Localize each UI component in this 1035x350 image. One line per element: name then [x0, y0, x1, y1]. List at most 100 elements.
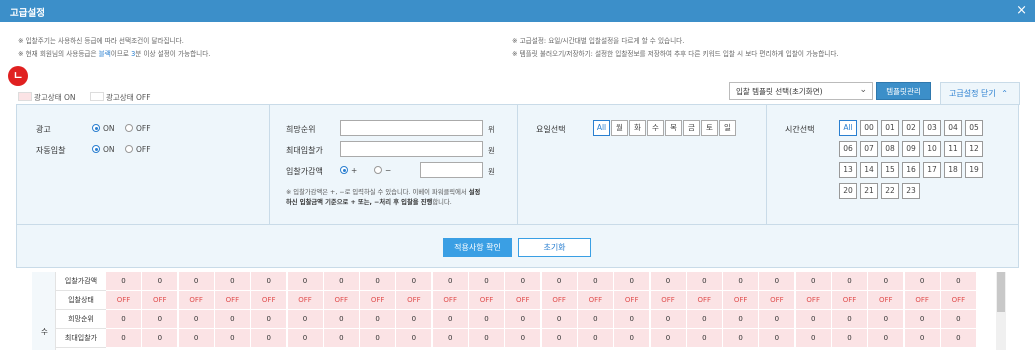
hour-button[interactable]: 06: [839, 141, 857, 157]
table-cell[interactable]: OFF: [214, 291, 251, 310]
hour-button[interactable]: 05: [965, 120, 983, 136]
table-cell[interactable]: 0: [940, 272, 977, 291]
table-cell[interactable]: 0: [106, 329, 142, 348]
table-cell[interactable]: OFF: [142, 291, 179, 310]
table-cell[interactable]: 0: [432, 272, 469, 291]
hour-button[interactable]: 19: [965, 162, 983, 178]
hour-button[interactable]: 21: [860, 183, 878, 199]
table-cell[interactable]: 0: [940, 329, 977, 348]
table-cell[interactable]: 0: [940, 310, 977, 329]
max-bid-input[interactable]: [340, 141, 483, 157]
hour-button[interactable]: 14: [860, 162, 878, 178]
table-cell[interactable]: 0: [686, 329, 723, 348]
table-cell[interactable]: 0: [323, 272, 360, 291]
table-cell[interactable]: OFF: [287, 291, 324, 310]
table-cell[interactable]: 0: [832, 272, 868, 291]
table-cell[interactable]: OFF: [323, 291, 360, 310]
hour-button[interactable]: 12: [965, 141, 983, 157]
table-cell[interactable]: OFF: [650, 291, 687, 310]
table-cell[interactable]: 0: [469, 272, 505, 291]
table-cell[interactable]: 0: [723, 329, 760, 348]
table-cell[interactable]: OFF: [723, 291, 760, 310]
delta-plus-radio[interactable]: +: [340, 166, 357, 175]
hour-button[interactable]: 18: [944, 162, 962, 178]
table-cell[interactable]: 0: [541, 310, 578, 329]
table-cell[interactable]: 0: [904, 272, 941, 291]
hour-button[interactable]: 04: [944, 120, 962, 136]
hour-button[interactable]: 20: [839, 183, 857, 199]
table-cell[interactable]: 0: [432, 329, 469, 348]
hour-button[interactable]: 15: [881, 162, 899, 178]
table-cell[interactable]: 0: [650, 310, 687, 329]
table-cell[interactable]: 0: [577, 329, 614, 348]
table-cell[interactable]: OFF: [940, 291, 977, 310]
table-cell[interactable]: OFF: [614, 291, 651, 310]
table-cell[interactable]: 0: [904, 310, 941, 329]
table-cell[interactable]: 0: [396, 310, 433, 329]
table-cell[interactable]: 0: [759, 272, 796, 291]
table-cell[interactable]: 0: [795, 329, 832, 348]
table-cell[interactable]: 0: [396, 329, 433, 348]
hour-button[interactable]: 11: [944, 141, 962, 157]
table-cell[interactable]: OFF: [577, 291, 614, 310]
table-cell[interactable]: 0: [106, 310, 142, 329]
table-cell[interactable]: OFF: [795, 291, 832, 310]
hour-button[interactable]: 02: [902, 120, 920, 136]
table-cell[interactable]: 0: [868, 272, 905, 291]
table-cell[interactable]: 0: [541, 272, 578, 291]
table-cell[interactable]: 0: [686, 310, 723, 329]
table-cell[interactable]: 0: [287, 310, 324, 329]
ad-off-radio[interactable]: OFF: [125, 124, 151, 133]
hour-button[interactable]: All: [839, 120, 857, 136]
day-button[interactable]: 화: [629, 120, 646, 136]
table-cell[interactable]: 0: [650, 329, 687, 348]
table-cell[interactable]: 0: [287, 329, 324, 348]
table-cell[interactable]: 0: [142, 310, 179, 329]
hour-button[interactable]: 09: [902, 141, 920, 157]
table-cell[interactable]: OFF: [541, 291, 578, 310]
table-cell[interactable]: OFF: [505, 291, 542, 310]
table-cell[interactable]: 0: [178, 329, 215, 348]
hour-button[interactable]: 00: [860, 120, 878, 136]
hour-button[interactable]: 08: [881, 141, 899, 157]
table-cell[interactable]: 0: [360, 310, 397, 329]
day-button[interactable]: All: [593, 120, 610, 136]
table-cell[interactable]: 0: [832, 310, 868, 329]
table-cell[interactable]: 0: [251, 272, 288, 291]
table-cell[interactable]: 0: [360, 329, 397, 348]
table-cell[interactable]: OFF: [360, 291, 397, 310]
table-cell[interactable]: 0: [541, 329, 578, 348]
table-cell[interactable]: 0: [759, 310, 796, 329]
table-cell[interactable]: OFF: [178, 291, 215, 310]
auto-on-radio[interactable]: ON: [92, 145, 115, 154]
scrollbar-thumb[interactable]: [997, 272, 1005, 312]
apply-button[interactable]: 적용사항 확인: [443, 238, 512, 257]
table-cell[interactable]: 0: [106, 272, 142, 291]
rank-input[interactable]: [340, 120, 483, 136]
table-cell[interactable]: OFF: [251, 291, 288, 310]
table-cell[interactable]: OFF: [868, 291, 905, 310]
ad-on-radio[interactable]: ON: [92, 124, 115, 133]
table-cell[interactable]: 0: [868, 310, 905, 329]
template-manage-button[interactable]: 템플릿관리: [876, 82, 931, 100]
table-cell[interactable]: OFF: [686, 291, 723, 310]
table-cell[interactable]: 0: [650, 272, 687, 291]
template-select[interactable]: 입찰 템플릿 선택(초기화면) ⌄: [729, 82, 873, 100]
auto-off-radio[interactable]: OFF: [125, 145, 151, 154]
table-cell[interactable]: 0: [432, 310, 469, 329]
table-cell[interactable]: OFF: [396, 291, 433, 310]
hour-button[interactable]: 23: [902, 183, 920, 199]
table-cell[interactable]: 0: [795, 310, 832, 329]
table-cell[interactable]: OFF: [106, 291, 142, 310]
table-cell[interactable]: 0: [323, 310, 360, 329]
hour-button[interactable]: 01: [881, 120, 899, 136]
table-cell[interactable]: 0: [868, 329, 905, 348]
table-cell[interactable]: 0: [469, 329, 505, 348]
table-cell[interactable]: 0: [214, 310, 251, 329]
table-cell[interactable]: 0: [795, 272, 832, 291]
table-cell[interactable]: 0: [287, 272, 324, 291]
day-button[interactable]: 수: [647, 120, 664, 136]
table-cell[interactable]: 0: [251, 310, 288, 329]
hour-button[interactable]: 07: [860, 141, 878, 157]
table-cell[interactable]: OFF: [904, 291, 941, 310]
